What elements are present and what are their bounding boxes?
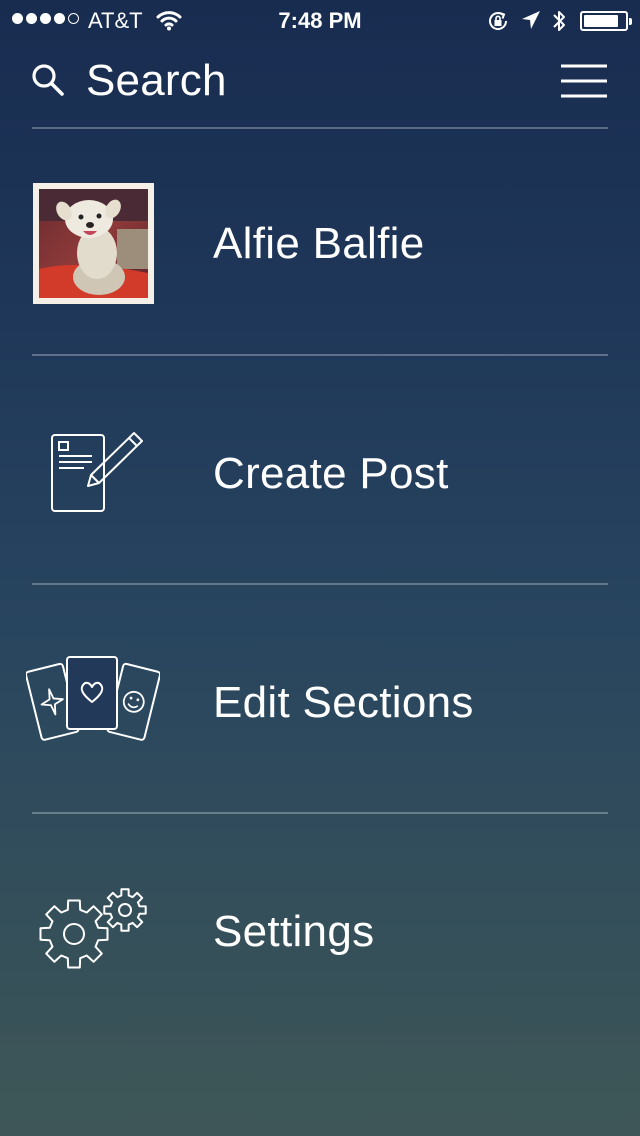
gear-big-outline: [39, 899, 109, 969]
edit-sections-label: Edit Sections: [213, 678, 474, 727]
menu-item-edit-sections[interactable]: Edit Sections: [0, 585, 640, 811]
cards-icon: [24, 655, 162, 748]
search-label: Search: [86, 56, 227, 105]
search-bar[interactable]: Search: [0, 46, 640, 116]
footer-area: [0, 1034, 640, 1136]
location-arrow-icon: [520, 9, 542, 37]
search-icon: [30, 62, 66, 103]
avatar[interactable]: [33, 183, 154, 304]
status-time: 7:48 PM: [278, 8, 362, 33]
settings-label: Settings: [213, 907, 375, 956]
menu-item-create-post[interactable]: Create Post: [0, 356, 640, 582]
status-bar: AT&T 7:48 PM: [0, 0, 640, 40]
profile-name: Alfie Balfie: [213, 219, 425, 268]
rotation-lock-icon: [486, 9, 510, 39]
gear-small-outline: [103, 888, 147, 932]
gears-icon: [36, 888, 148, 977]
hamburger-menu-icon[interactable]: [560, 64, 608, 103]
bluetooth-icon: [551, 9, 567, 39]
menu-item-settings[interactable]: Settings: [0, 814, 640, 1040]
compose-icon: [48, 430, 148, 521]
battery-icon: [580, 11, 632, 31]
create-post-label: Create Post: [213, 449, 449, 498]
